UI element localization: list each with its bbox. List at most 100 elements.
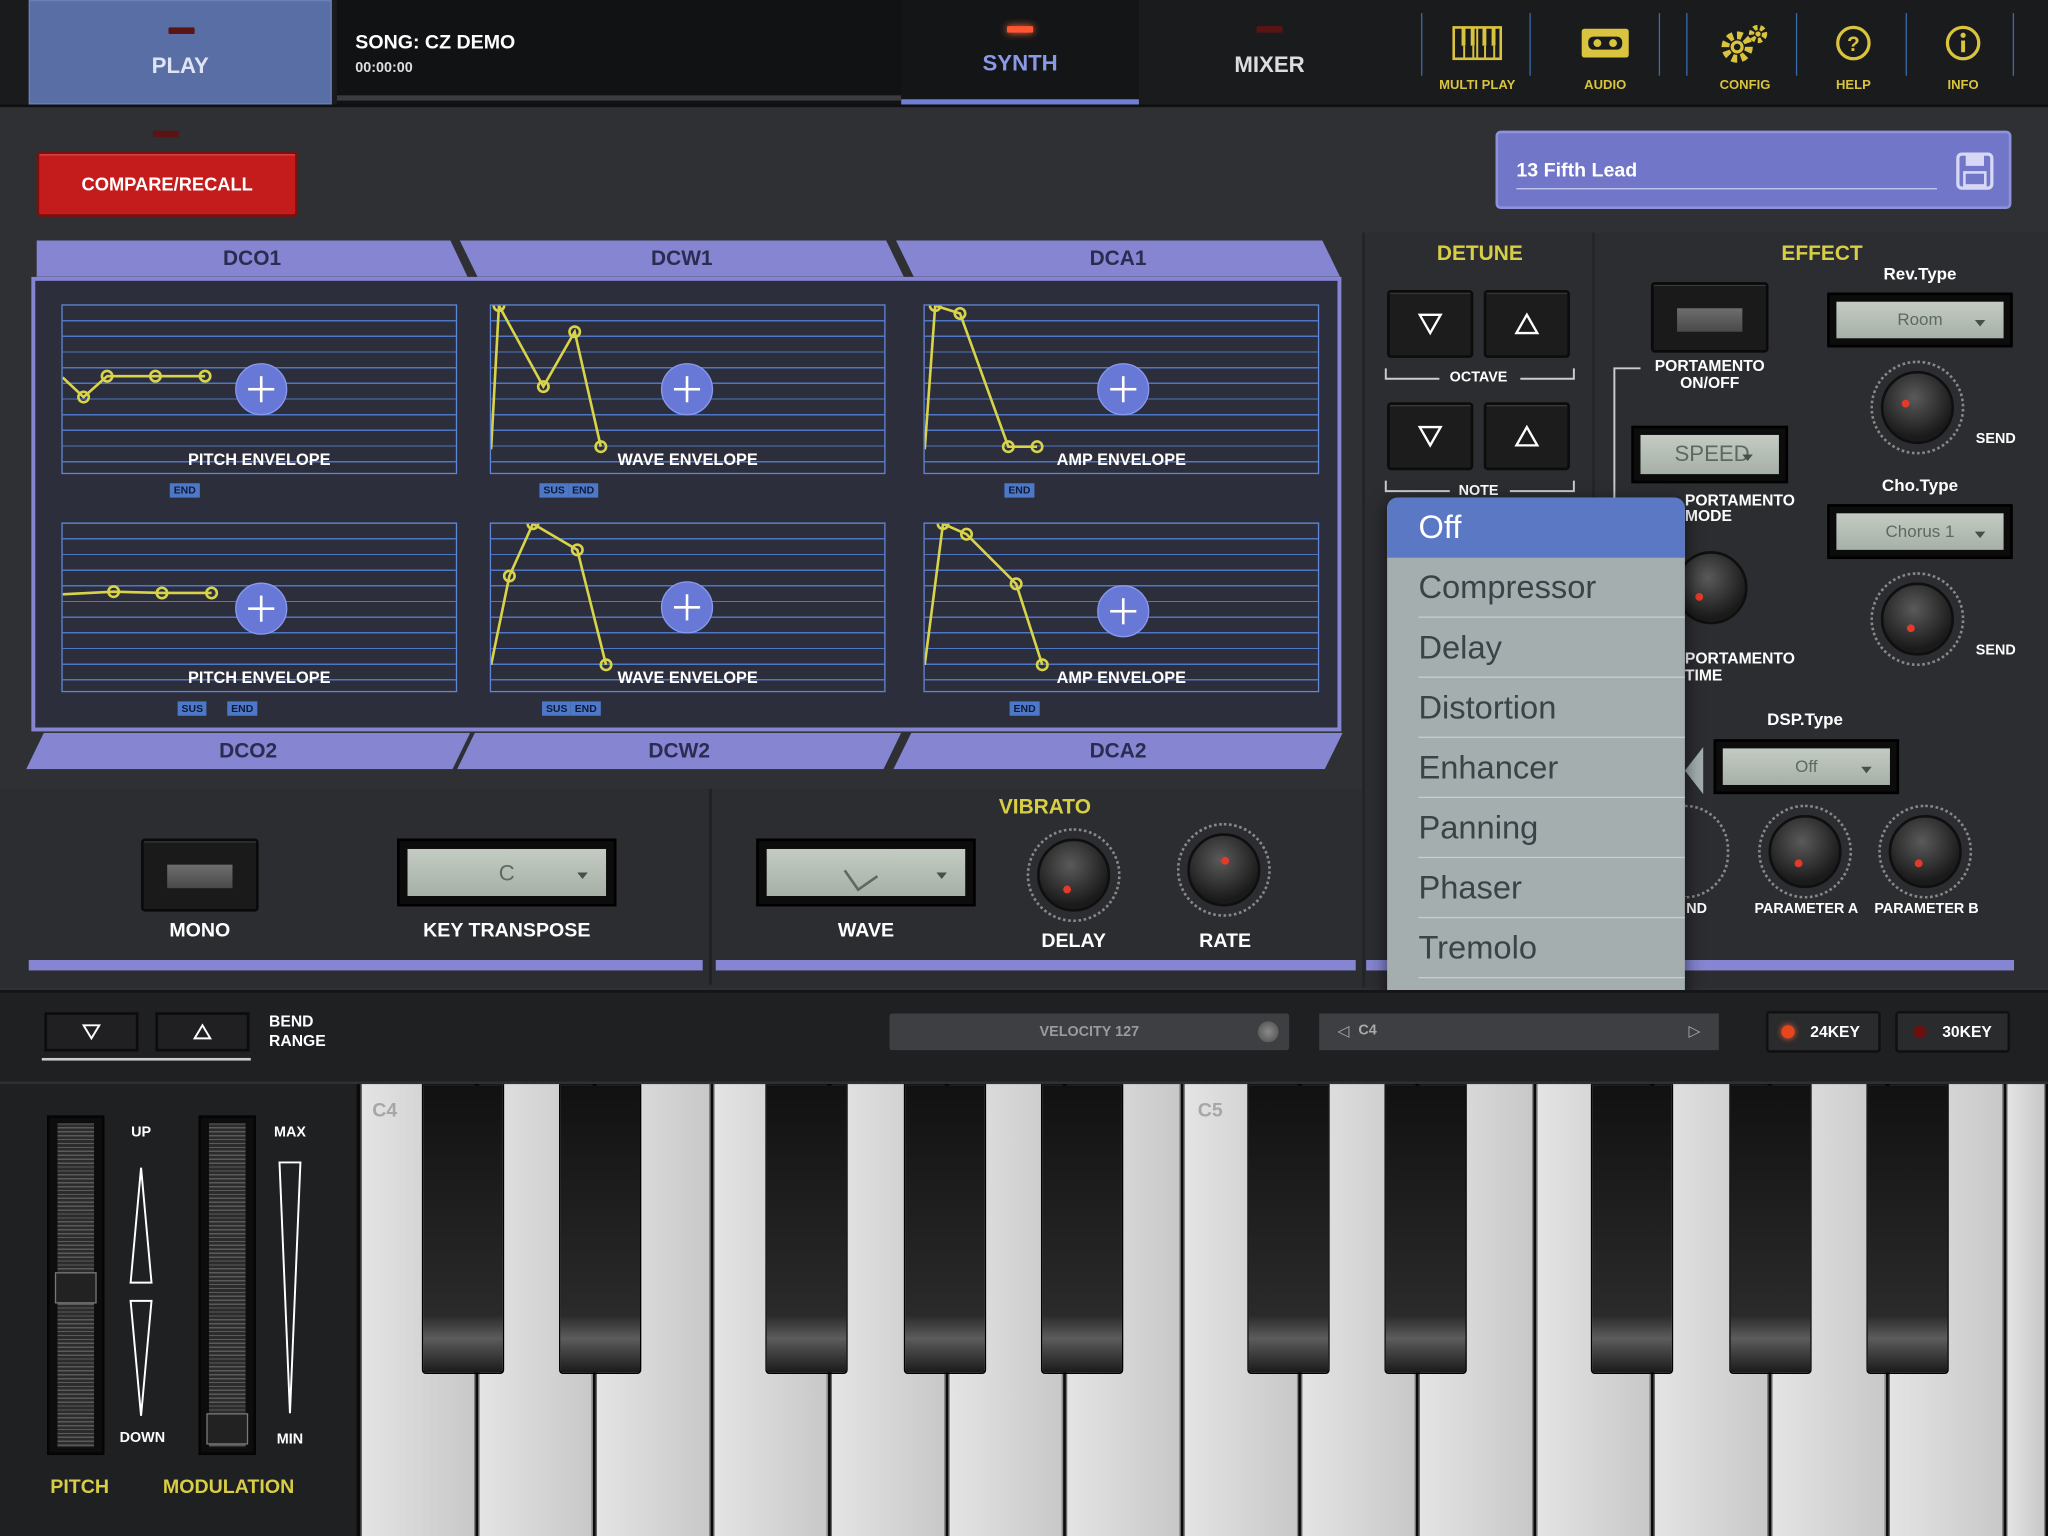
vibrato-delay-knob[interactable] bbox=[1037, 838, 1111, 912]
cho-type-select[interactable]: Chorus 1 bbox=[1827, 504, 2013, 560]
rev-type-label: Rev.Type bbox=[1883, 263, 1957, 284]
wave-envelope-1[interactable]: WAVE ENVELOPE bbox=[489, 304, 886, 475]
down-label: DOWN bbox=[119, 1430, 166, 1446]
black-key[interactable] bbox=[421, 1084, 505, 1375]
black-key[interactable] bbox=[1729, 1084, 1812, 1375]
dropdown-option-phaser[interactable]: Phaser bbox=[1387, 858, 1685, 918]
dropdown-option-enhancer[interactable]: Enhancer bbox=[1387, 738, 1685, 798]
note-up-button[interactable] bbox=[1483, 402, 1570, 471]
wave-envelope-2[interactable]: WAVE ENVELOPE bbox=[489, 522, 886, 693]
bend-range-label: BEND RANGE bbox=[269, 1012, 326, 1051]
note-down-button[interactable] bbox=[1387, 402, 1474, 471]
audio-button[interactable]: AUDIO bbox=[1552, 0, 1659, 104]
amp-envelope-1[interactable]: AMP ENVELOPE bbox=[923, 304, 1320, 475]
pitch-wheel[interactable] bbox=[47, 1115, 105, 1456]
dropdown-pointer bbox=[1684, 747, 1704, 795]
tab-mixer[interactable]: MIXER bbox=[1144, 0, 1395, 105]
key-transpose-select[interactable]: C bbox=[397, 838, 617, 907]
tab-synth[interactable]: SYNTH bbox=[901, 0, 1139, 105]
add-point-button[interactable] bbox=[660, 363, 714, 416]
compare-led bbox=[152, 130, 179, 138]
pitch-envelope-2[interactable]: PITCH ENVELOPE bbox=[61, 522, 458, 693]
pitch-wheel-handle[interactable] bbox=[54, 1272, 97, 1304]
dropdown-option-tremolo[interactable]: Tremolo bbox=[1387, 918, 1685, 978]
multi-play-button[interactable]: MULTI PLAY bbox=[1424, 0, 1531, 104]
add-point-button[interactable] bbox=[1097, 585, 1150, 638]
wave-label: WAVE bbox=[837, 919, 895, 942]
black-key[interactable] bbox=[559, 1084, 642, 1375]
add-point-button[interactable] bbox=[1097, 363, 1150, 416]
c5-label: C5 bbox=[1197, 1099, 1223, 1122]
synth-led bbox=[1007, 26, 1034, 33]
scroll-right-icon[interactable]: ▷ bbox=[1689, 1021, 1701, 1039]
black-key[interactable] bbox=[1040, 1084, 1124, 1375]
octave-up-button[interactable] bbox=[1483, 289, 1570, 358]
black-key[interactable] bbox=[903, 1084, 987, 1375]
white-key[interactable] bbox=[2006, 1084, 2046, 1536]
portamento-mode-select[interactable]: SPEED bbox=[1631, 425, 1789, 484]
tab-synth-label: SYNTH bbox=[982, 50, 1058, 76]
scroll-left-icon[interactable]: ◁ bbox=[1337, 1021, 1349, 1039]
tab-dcw1[interactable]: DCW1 bbox=[459, 240, 904, 277]
rev-send-knob[interactable] bbox=[1880, 370, 1954, 445]
rev-type-value: Room bbox=[1897, 309, 1943, 330]
bend-range-up-button[interactable] bbox=[155, 1012, 250, 1052]
pitch-label: PITCH bbox=[50, 1475, 110, 1499]
velocity-handle[interactable] bbox=[1257, 1021, 1279, 1043]
dropdown-option-delay[interactable]: Delay bbox=[1387, 618, 1685, 678]
velocity-slider[interactable]: VELOCITY 127 bbox=[889, 1013, 1290, 1051]
dsp-type-dropdown[interactable]: Off Compressor Delay Distortion Enhancer… bbox=[1387, 497, 1685, 1038]
play-led bbox=[168, 27, 195, 34]
keyboard-scroll-bar[interactable]: ◁ C4 ▷ bbox=[1319, 1013, 1719, 1051]
vibrato-wave-select[interactable] bbox=[756, 838, 976, 907]
cho-send-knob[interactable] bbox=[1880, 582, 1954, 656]
end-tag: END bbox=[227, 701, 258, 716]
song-display[interactable]: SONG: CZ DEMO 00:00:00 bbox=[336, 0, 902, 105]
question-icon: ? bbox=[1800, 21, 1907, 65]
tab-dca1[interactable]: DCA1 bbox=[895, 240, 1341, 277]
save-icon[interactable] bbox=[1955, 152, 1994, 198]
song-progress-bar[interactable] bbox=[336, 95, 902, 101]
info-button[interactable]: INFO bbox=[1910, 0, 2017, 104]
parameter-b-knob[interactable] bbox=[1888, 815, 1962, 889]
rev-type-select[interactable]: Room bbox=[1827, 292, 2013, 348]
dsp-type-select[interactable]: Off bbox=[1713, 739, 1900, 795]
help-button[interactable]: ? HELP bbox=[1800, 0, 1907, 104]
add-point-button[interactable] bbox=[235, 363, 288, 416]
black-key[interactable] bbox=[1866, 1084, 1949, 1375]
black-key[interactable] bbox=[1590, 1084, 1674, 1375]
tab-play[interactable]: PLAY bbox=[28, 0, 332, 105]
black-key[interactable] bbox=[1247, 1084, 1330, 1375]
tab-dco2[interactable]: DCO2 bbox=[26, 732, 471, 770]
dropdown-option-compressor[interactable]: Compressor bbox=[1387, 558, 1685, 618]
config-button[interactable]: CONFIG bbox=[1691, 0, 1798, 104]
modulation-wheel[interactable] bbox=[198, 1115, 256, 1456]
portamento-indicator bbox=[1677, 308, 1743, 332]
compare-recall-button[interactable]: COMPARE/RECALL bbox=[36, 151, 298, 217]
dropdown-option-distortion[interactable]: Distortion bbox=[1387, 678, 1685, 738]
24key-button[interactable]: 24KEY bbox=[1765, 1010, 1881, 1053]
add-point-button[interactable] bbox=[235, 582, 288, 635]
black-key[interactable] bbox=[765, 1084, 848, 1375]
black-key[interactable] bbox=[1384, 1084, 1467, 1375]
vibrato-rate-knob[interactable] bbox=[1187, 833, 1261, 907]
30key-button[interactable]: 30KEY bbox=[1895, 1010, 2011, 1053]
tab-dca2[interactable]: DCA2 bbox=[893, 732, 1343, 770]
bend-range-down-button[interactable] bbox=[44, 1012, 139, 1052]
tab-dcw2[interactable]: DCW2 bbox=[457, 732, 902, 770]
modulation-wheel-handle[interactable] bbox=[206, 1413, 249, 1445]
amp-envelope-2[interactable]: AMP ENVELOPE bbox=[923, 522, 1320, 693]
portamento-time-knob[interactable] bbox=[1674, 551, 1748, 625]
mono-button[interactable] bbox=[141, 838, 259, 912]
pitch-envelope-1[interactable]: PITCH ENVELOPE bbox=[61, 304, 458, 475]
patch-name-field[interactable]: 13 Fifth Lead bbox=[1495, 130, 2012, 209]
octave-down-button[interactable] bbox=[1387, 289, 1474, 358]
song-title: SONG: CZ DEMO bbox=[355, 31, 516, 54]
parameter-a-knob[interactable] bbox=[1768, 815, 1842, 889]
tab-dco1[interactable]: DCO1 bbox=[36, 240, 468, 277]
portamento-onoff-button[interactable] bbox=[1650, 282, 1769, 353]
dropdown-option-off[interactable]: Off bbox=[1387, 497, 1685, 558]
add-point-button[interactable] bbox=[660, 581, 714, 634]
dropdown-option-panning[interactable]: Panning bbox=[1387, 798, 1685, 858]
envelope-label: PITCH ENVELOPE bbox=[188, 668, 331, 688]
